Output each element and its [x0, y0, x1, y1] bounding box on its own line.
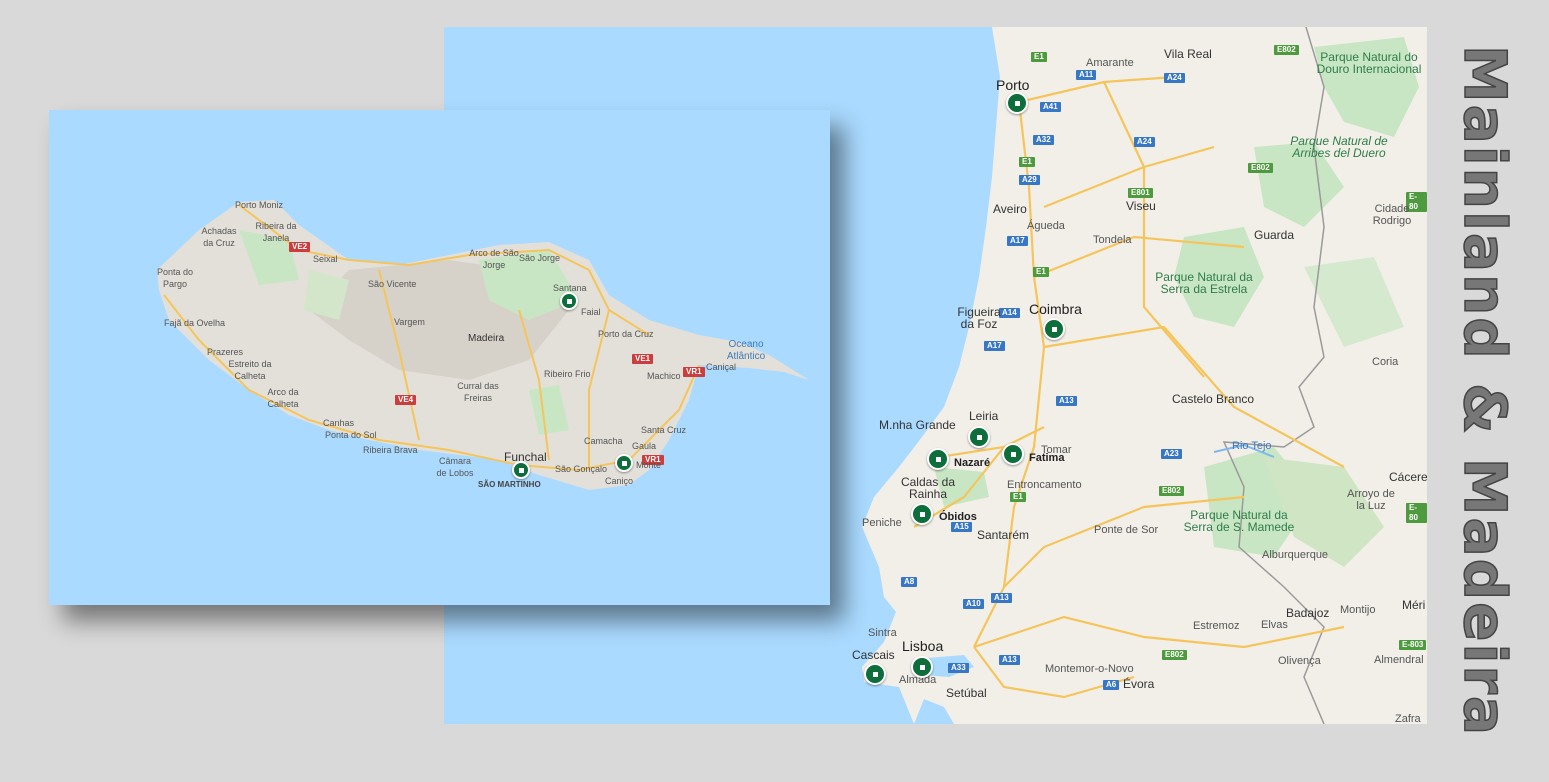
- side-title: Mainland & Madeira: [1430, 27, 1540, 755]
- label-achadas: Achadas da Cruz: [201, 226, 237, 248]
- label-ribeira-brava: Ribeira Brava: [363, 445, 418, 455]
- label-olivenca: Olivença: [1278, 655, 1321, 667]
- label-canhas: Canhas: [323, 418, 355, 428]
- label-ponte-de-sor: Ponte de Sor: [1094, 524, 1159, 536]
- label-santa-cruz: Santa Cruz: [641, 425, 687, 435]
- label-arco-sao-jorge: Arco de São Jorge: [469, 248, 519, 270]
- label-setubal: Setúbal: [946, 686, 987, 700]
- title-text: Mainland & Madeira: [1450, 44, 1520, 738]
- label-gaula: Gaula: [632, 441, 657, 451]
- pin-cascais[interactable]: [864, 663, 886, 685]
- pin-porto[interactable]: [1006, 92, 1028, 114]
- label-park-estrela: Parque Natural da Serra da Estrela: [1155, 270, 1253, 296]
- label-ocean: Oceano Atlântico: [726, 339, 766, 362]
- label-sao-goncalo: São Gonçalo: [555, 464, 608, 474]
- label-arco-calheta: Arco da Calheta: [267, 387, 299, 409]
- label-merida: Méri: [1402, 598, 1426, 612]
- label-camara-lobos: Câmara de Lobos: [436, 456, 474, 478]
- label-canico: Caniço: [605, 476, 634, 486]
- label-porto-cruz: Porto da Cruz: [598, 329, 654, 339]
- label-nazare: Nazaré: [954, 457, 991, 469]
- label-faja-ovelha: Fajã da Ovelha: [164, 318, 226, 328]
- label-ribeira-janela: Ribeira da Janela: [255, 221, 297, 243]
- label-caceres: Cácere: [1389, 470, 1427, 484]
- label-rio-tejo: Rio Tejo: [1232, 440, 1272, 452]
- madeira-map[interactable]: VE2 VE1 VR1 VE4 VR1 Porto Moniz Achadas …: [49, 110, 830, 605]
- label-porto-moniz: Porto Moniz: [235, 200, 284, 210]
- label-sao-martinho: SÃO MARTINHO: [478, 480, 541, 489]
- label-zafra: Zafra: [1395, 713, 1421, 724]
- label-elvas: Elvas: [1261, 619, 1288, 631]
- pin-leiria[interactable]: [968, 426, 990, 448]
- label-vila-real: Vila Real: [1164, 47, 1212, 61]
- label-park-mamede: Parque Natural da Serra de S. Mamede: [1183, 508, 1295, 534]
- pin-funchal[interactable]: [512, 461, 530, 479]
- label-agueda: Águeda: [1027, 220, 1065, 232]
- label-arroyo: Arroyo de la Luz: [1347, 488, 1395, 512]
- label-ponta-sol: Ponta do Sol: [325, 430, 377, 440]
- pin-coimbra[interactable]: [1043, 318, 1065, 340]
- label-porto: Porto: [996, 77, 1030, 93]
- label-estreito: Estreito da Calheta: [228, 359, 272, 381]
- label-vargem: Vargem: [394, 317, 425, 327]
- pin-fatima[interactable]: [1002, 443, 1024, 465]
- label-machico: Machico: [647, 371, 681, 381]
- label-sintra: Sintra: [868, 627, 897, 639]
- label-caldas: Caldas da Rainha: [900, 475, 956, 501]
- label-park-arribes: Parque Natural de Arribes del Duero: [1290, 134, 1388, 160]
- label-ribeiro-frio: Ribeiro Frio: [544, 369, 591, 379]
- pin-lisboa[interactable]: [911, 656, 933, 678]
- label-peniche: Peniche: [862, 517, 902, 529]
- label-faial: Faial: [581, 307, 601, 317]
- label-sao-jorge: São Jorge: [519, 253, 561, 263]
- label-cascais: Cascais: [852, 648, 895, 662]
- label-coria: Coria: [1372, 356, 1399, 368]
- label-sao-vicente: São Vicente: [368, 279, 417, 289]
- label-park-douro: Parque Natural do Douro Internacional: [1316, 50, 1422, 76]
- label-fatima: Fatima: [1029, 452, 1065, 464]
- label-tondela: Tondela: [1093, 234, 1132, 246]
- label-figueira: Figueira da Foz: [957, 305, 1001, 331]
- label-marinha-grande: M.nha Grande: [879, 418, 956, 432]
- label-castelo-branco: Castelo Branco: [1172, 392, 1255, 406]
- label-badajoz: Badajoz: [1286, 606, 1330, 620]
- label-curral: Curral das Freiras: [457, 381, 499, 403]
- label-santarem: Santarém: [977, 528, 1030, 542]
- label-entroncamento: Entroncamento: [1007, 479, 1082, 491]
- label-amarante: Amarante: [1086, 57, 1134, 69]
- pin-santana[interactable]: [560, 292, 578, 310]
- label-camacha: Camacha: [584, 436, 623, 446]
- label-montijo: Montijo: [1340, 604, 1376, 616]
- label-viseu: Viseu: [1126, 199, 1156, 213]
- label-montemor: Montemor-o-Novo: [1045, 663, 1134, 675]
- label-coimbra: Coimbra: [1029, 301, 1082, 317]
- pin-obidos[interactable]: [911, 503, 933, 525]
- label-ponta-pargo: Ponta do Pargo: [156, 267, 194, 289]
- label-monte: Monte: [636, 460, 662, 470]
- label-obidos: Óbidos: [939, 511, 977, 523]
- pin-nazare[interactable]: [927, 448, 949, 470]
- label-almendral: Almendral: [1374, 654, 1424, 666]
- pin-monte[interactable]: [615, 454, 633, 472]
- label-leiria: Leiria: [969, 409, 999, 423]
- label-aveiro: Aveiro: [993, 202, 1027, 216]
- label-lisboa: Lisboa: [902, 638, 944, 654]
- label-prazeres: Prazeres: [207, 347, 244, 357]
- madeira-land: [157, 200, 809, 490]
- label-guarda: Guarda: [1254, 228, 1295, 242]
- label-alburquerque: Alburquerque: [1262, 549, 1329, 561]
- label-madeira: Madeira: [468, 333, 505, 344]
- label-cidade-rodrigo: Cidade Rodrigo: [1372, 203, 1412, 227]
- label-evora: Évora: [1123, 677, 1155, 691]
- label-estremoz: Estremoz: [1193, 620, 1240, 632]
- label-seixal: Seixal: [313, 254, 338, 264]
